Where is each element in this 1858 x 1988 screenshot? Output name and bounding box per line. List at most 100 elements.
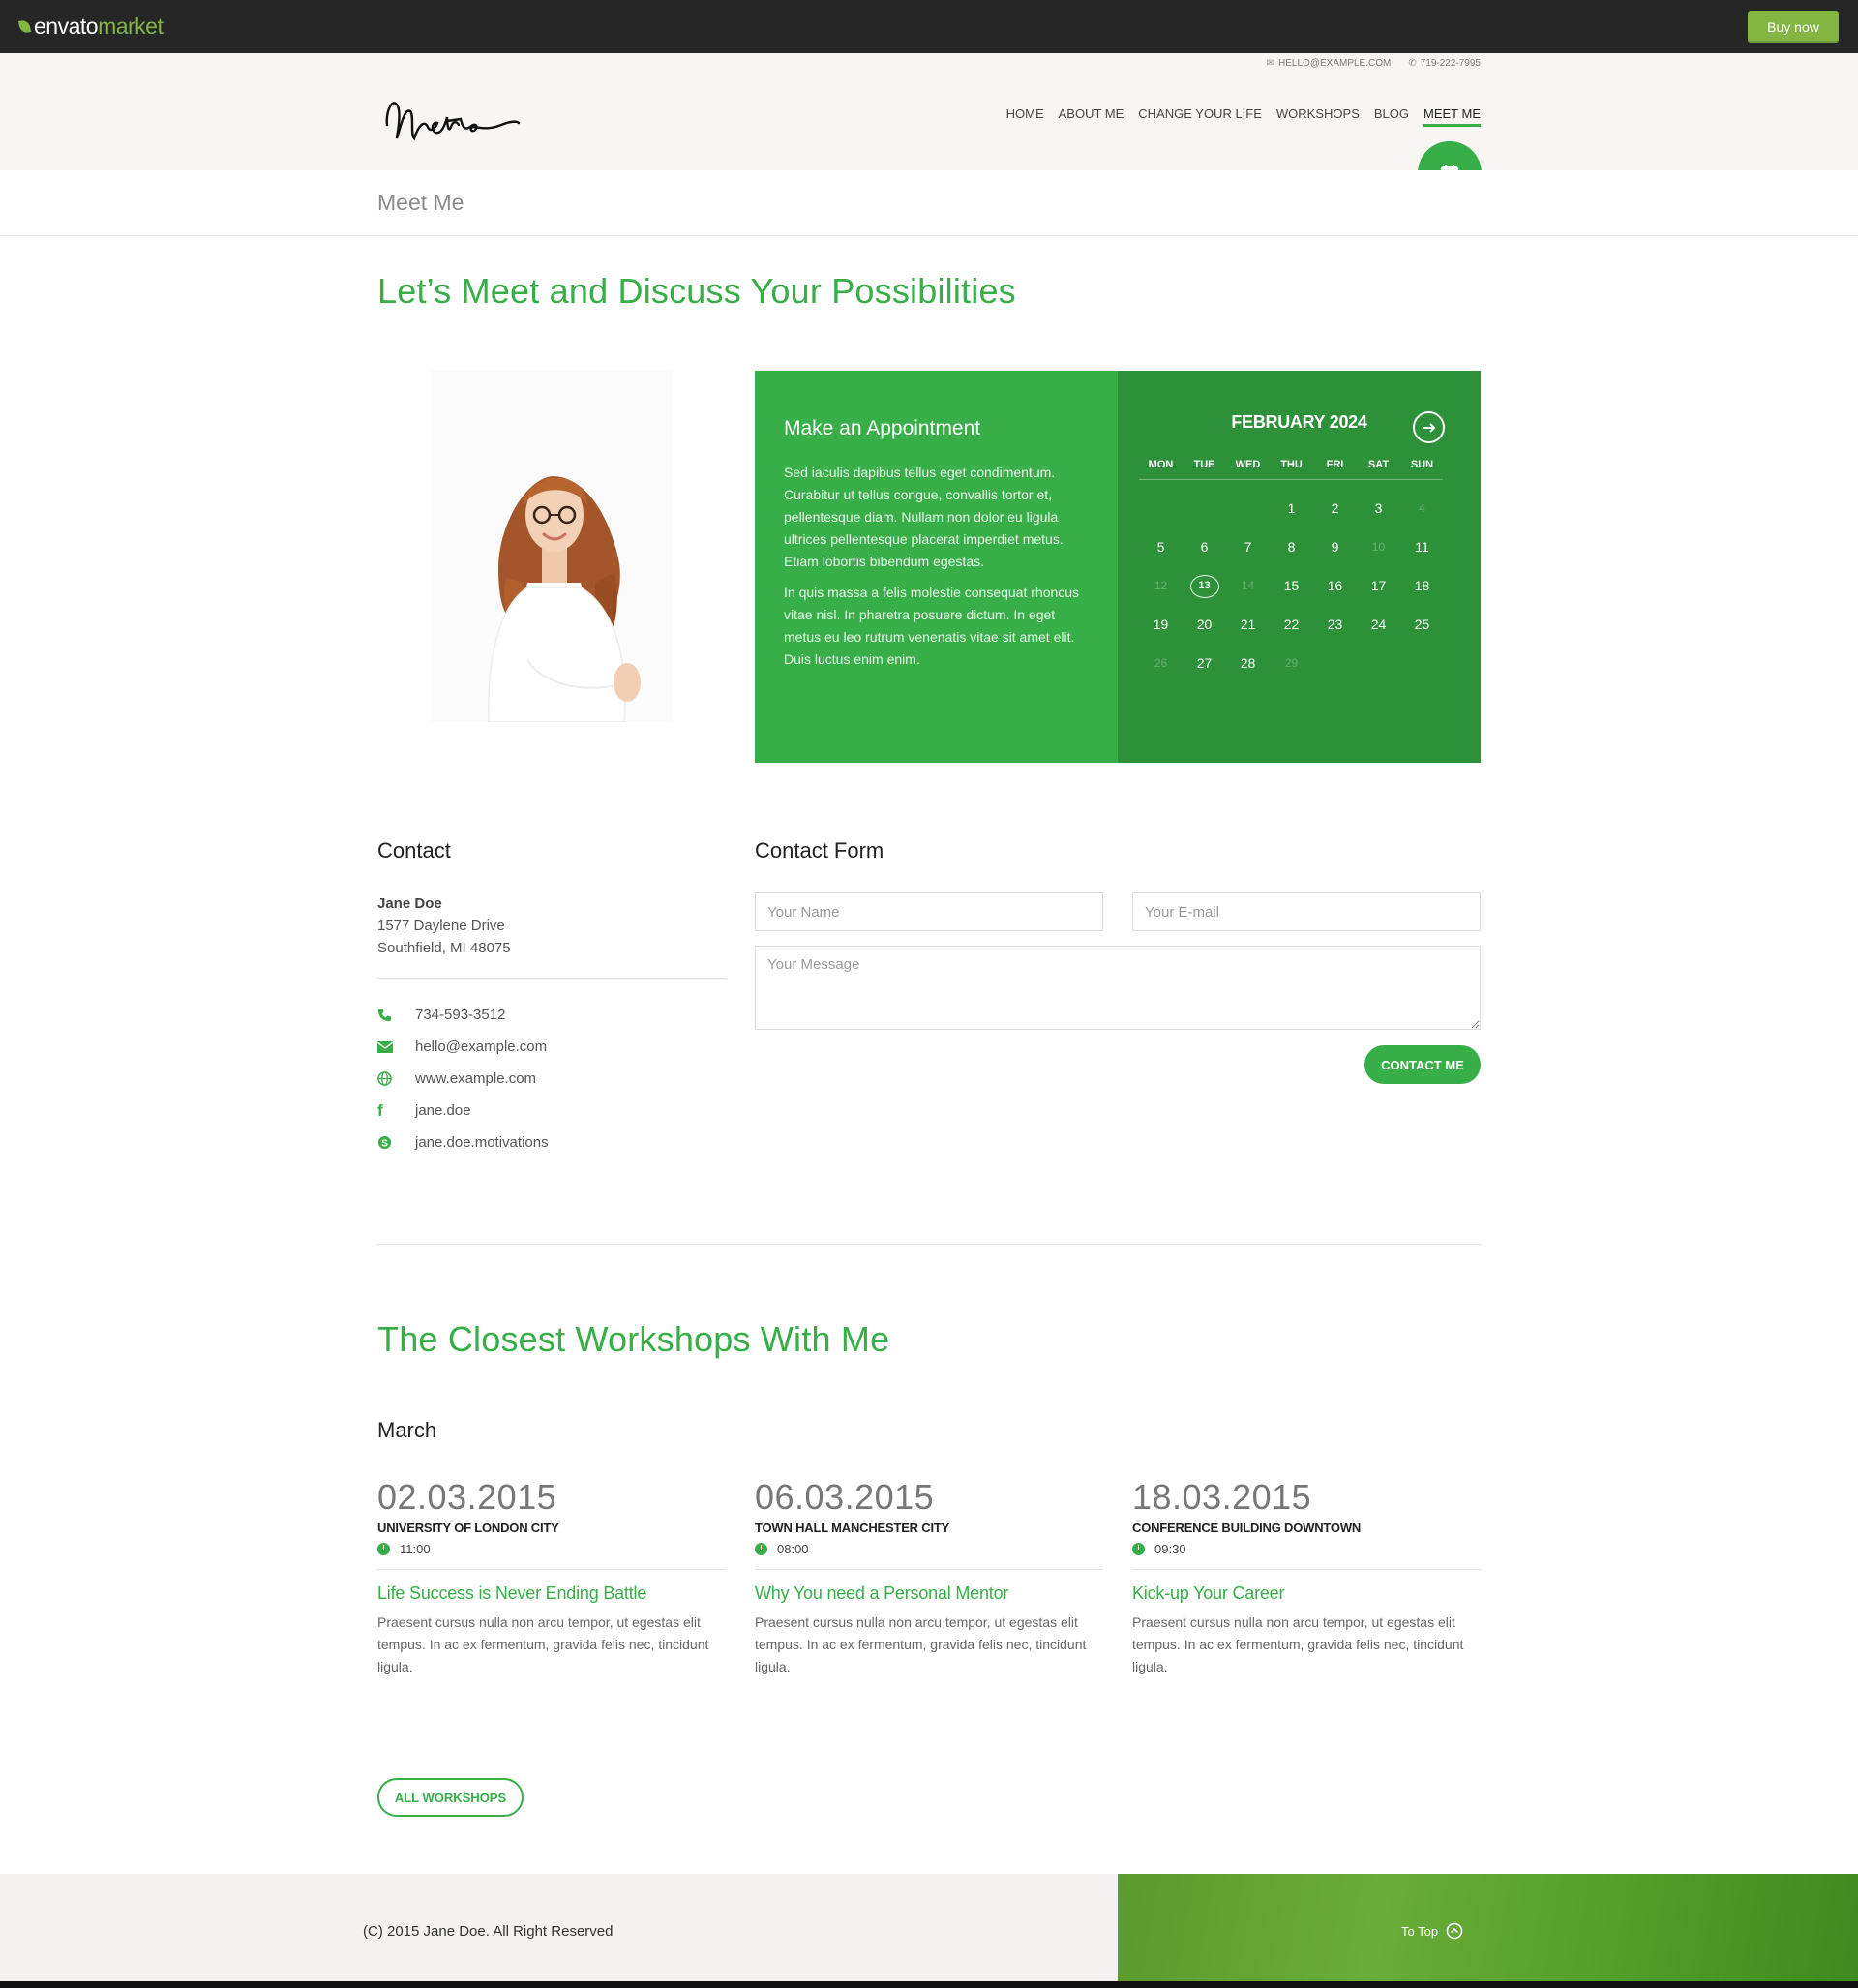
calendar-day[interactable]: 18 — [1400, 568, 1444, 607]
bottom-strip — [0, 1981, 1858, 1988]
workshop-date: 18.03.2015 — [1132, 1477, 1312, 1517]
calendar-day[interactable]: 19 — [1139, 607, 1183, 646]
calendar-weekday: TUE — [1193, 459, 1215, 470]
nav-meet-me[interactable]: MEET ME — [1423, 106, 1481, 127]
workshop-rule — [377, 1569, 726, 1570]
workshop-time: 09:30 — [1132, 1542, 1481, 1556]
top-email[interactable]: ✉ HELLO@EXAMPLE.COM — [1267, 58, 1392, 69]
calendar-day[interactable]: 1 — [1270, 491, 1313, 529]
calendar-day[interactable]: 15 — [1270, 568, 1313, 607]
calendar-empty-cell — [1183, 491, 1226, 529]
calendar-day: 4 — [1419, 501, 1425, 515]
calendar-day[interactable]: 22 — [1270, 607, 1313, 646]
message-textarea[interactable] — [755, 946, 1481, 1030]
workshop-description: Praesent cursus nulla non arcu tempor, u… — [1132, 1614, 1464, 1674]
contact-website-text: www.example.com — [415, 1070, 537, 1087]
envato-logo[interactable]: envato market — [17, 14, 164, 40]
chevron-up-circle-icon — [1446, 1922, 1463, 1940]
workshop-description: Praesent cursus nulla non arcu tempor, u… — [755, 1614, 1087, 1674]
calendar-day[interactable]: 9 — [1313, 529, 1357, 568]
calendar-weekday: MON — [1148, 459, 1174, 470]
site-header: ✉ HELLO@EXAMPLE.COM ✆ 719-222-7995 HOME AB… — [0, 53, 1858, 170]
calendar-day[interactable]: 23 — [1313, 607, 1357, 646]
calendar-day[interactable]: 11 — [1400, 529, 1444, 568]
calendar-weekday: SAT — [1367, 459, 1390, 470]
calendar-day[interactable]: 20 — [1183, 607, 1226, 646]
all-workshops-button[interactable]: ALL WORKSHOPS — [377, 1778, 524, 1817]
calendar-day[interactable]: 6 — [1183, 529, 1226, 568]
workshop-rule — [1132, 1569, 1481, 1570]
workshop-rule — [755, 1569, 1103, 1570]
calendar-day[interactable]: 3 — [1357, 491, 1400, 529]
calendar-day[interactable]: 27 — [1183, 646, 1226, 684]
calendar-day[interactable]: 21 — [1226, 607, 1270, 646]
signature-logo[interactable] — [381, 88, 521, 146]
calendar-day[interactable]: 8 — [1270, 529, 1313, 568]
calendar-day[interactable]: 16 — [1313, 568, 1357, 607]
calendar-day[interactable]: 24 — [1357, 607, 1400, 646]
nav-home[interactable]: HOME — [1006, 106, 1044, 127]
workshops-heading: The Closest Workshops With Me — [377, 1319, 890, 1359]
address-line-1: 1577 Daylene Drive — [377, 918, 505, 934]
page-title-strip: Meet Me — [0, 170, 1858, 236]
globe-icon — [377, 1071, 415, 1086]
calendar-day[interactable]: 5 — [1139, 529, 1183, 568]
clock-icon — [1132, 1543, 1145, 1555]
to-top-link[interactable]: To Top — [1401, 1922, 1463, 1940]
contact-skype[interactable]: S jane.doe.motivations — [377, 1127, 726, 1159]
nav-blog[interactable]: BLOG — [1374, 106, 1409, 127]
name-input[interactable] — [755, 892, 1103, 931]
contact-website[interactable]: www.example.com — [377, 1063, 726, 1095]
envelope-icon — [377, 1040, 415, 1053]
workshop-card: 06.03.2015 TOWN HALL MANCHESTER CITY 08:… — [755, 1476, 1103, 1678]
email-input[interactable] — [1132, 892, 1481, 931]
workshop-time: 08:00 — [755, 1542, 1103, 1556]
nav-change-your-life[interactable]: CHANGE YOUR LIFE — [1138, 106, 1262, 127]
calendar-next-button[interactable] — [1413, 411, 1445, 443]
contact-facebook[interactable]: f jane.doe — [377, 1095, 726, 1127]
workshop-date: 02.03.2015 — [377, 1477, 557, 1517]
nav-about-me[interactable]: ABOUT ME — [1059, 106, 1124, 127]
intro-heading: Let’s Meet and Discuss Your Possibilitie… — [377, 271, 1016, 311]
buy-now-button[interactable]: Buy now — [1748, 11, 1839, 43]
arrow-right-icon — [1423, 422, 1435, 433]
address-line-2: Southfield, MI 48075 — [377, 940, 511, 956]
clock-icon — [377, 1543, 390, 1555]
to-top-label: To Top — [1401, 1923, 1439, 1939]
calendar-empty-cell — [1400, 646, 1444, 684]
calendar-empty-cell — [1139, 491, 1183, 529]
contact-me-button[interactable]: CONTACT ME — [1364, 1045, 1481, 1084]
workshop-title-link[interactable]: Why You need a Personal Mentor — [755, 1583, 1103, 1604]
calendar-day[interactable]: 2 — [1313, 491, 1357, 529]
clock-icon — [755, 1543, 767, 1555]
workshop-venue: TOWN HALL MANCHESTER CITY — [755, 1521, 950, 1535]
calendar-weekday: FRI — [1326, 459, 1344, 470]
nav-workshops[interactable]: WORKSHOPS — [1276, 106, 1360, 127]
contact-address: Jane Doe 1577 Daylene Drive Southfield, … — [377, 892, 726, 959]
workshop-title-link[interactable]: Life Success is Never Ending Battle — [377, 1583, 726, 1604]
workshop-venue: UNIVERSITY OF LONDON CITY — [377, 1521, 559, 1535]
calendar-day[interactable]: 7 — [1226, 529, 1270, 568]
workshop-card: 02.03.2015 UNIVERSITY OF LONDON CITY 11:… — [377, 1476, 726, 1678]
contact-divider — [377, 978, 726, 979]
top-phone[interactable]: ✆ 719-222-7995 — [1408, 58, 1481, 69]
portrait-photo — [431, 370, 673, 722]
footer-green-panel — [1118, 1874, 1858, 1981]
calendar-widget: FEBRUARY 2024 MON TUE WED THU FRI SAT SUN 1234… — [1118, 371, 1481, 763]
calendar-weekday: THU — [1280, 459, 1303, 470]
contact-phone[interactable]: 734-593-3512 — [377, 999, 726, 1031]
workshop-card: 18.03.2015 CONFERENCE BUILDING DOWNTOWN … — [1132, 1476, 1481, 1678]
contact-name: Jane Doe — [377, 895, 442, 912]
calendar-day[interactable]: 17 — [1357, 568, 1400, 607]
contact-email-text: hello@example.com — [415, 1039, 548, 1055]
contact-email[interactable]: hello@example.com — [377, 1031, 726, 1063]
calendar-day-today[interactable]: 13 — [1183, 568, 1226, 607]
calendar-day[interactable]: 28 — [1226, 646, 1270, 684]
svg-text:S: S — [381, 1138, 388, 1149]
calendar-day[interactable]: 25 — [1400, 607, 1444, 646]
appointment-paragraph-2: In quis massa a felis molestie consequat… — [784, 585, 1080, 667]
copyright-text: (C) 2015 Jane Doe. All Right Reserved — [363, 1923, 614, 1940]
workshop-title-link[interactable]: Kick-up Your Career — [1132, 1583, 1481, 1604]
calendar-empty-cell — [1226, 491, 1270, 529]
workshop-description: Praesent cursus nulla non arcu tempor, u… — [377, 1614, 709, 1674]
